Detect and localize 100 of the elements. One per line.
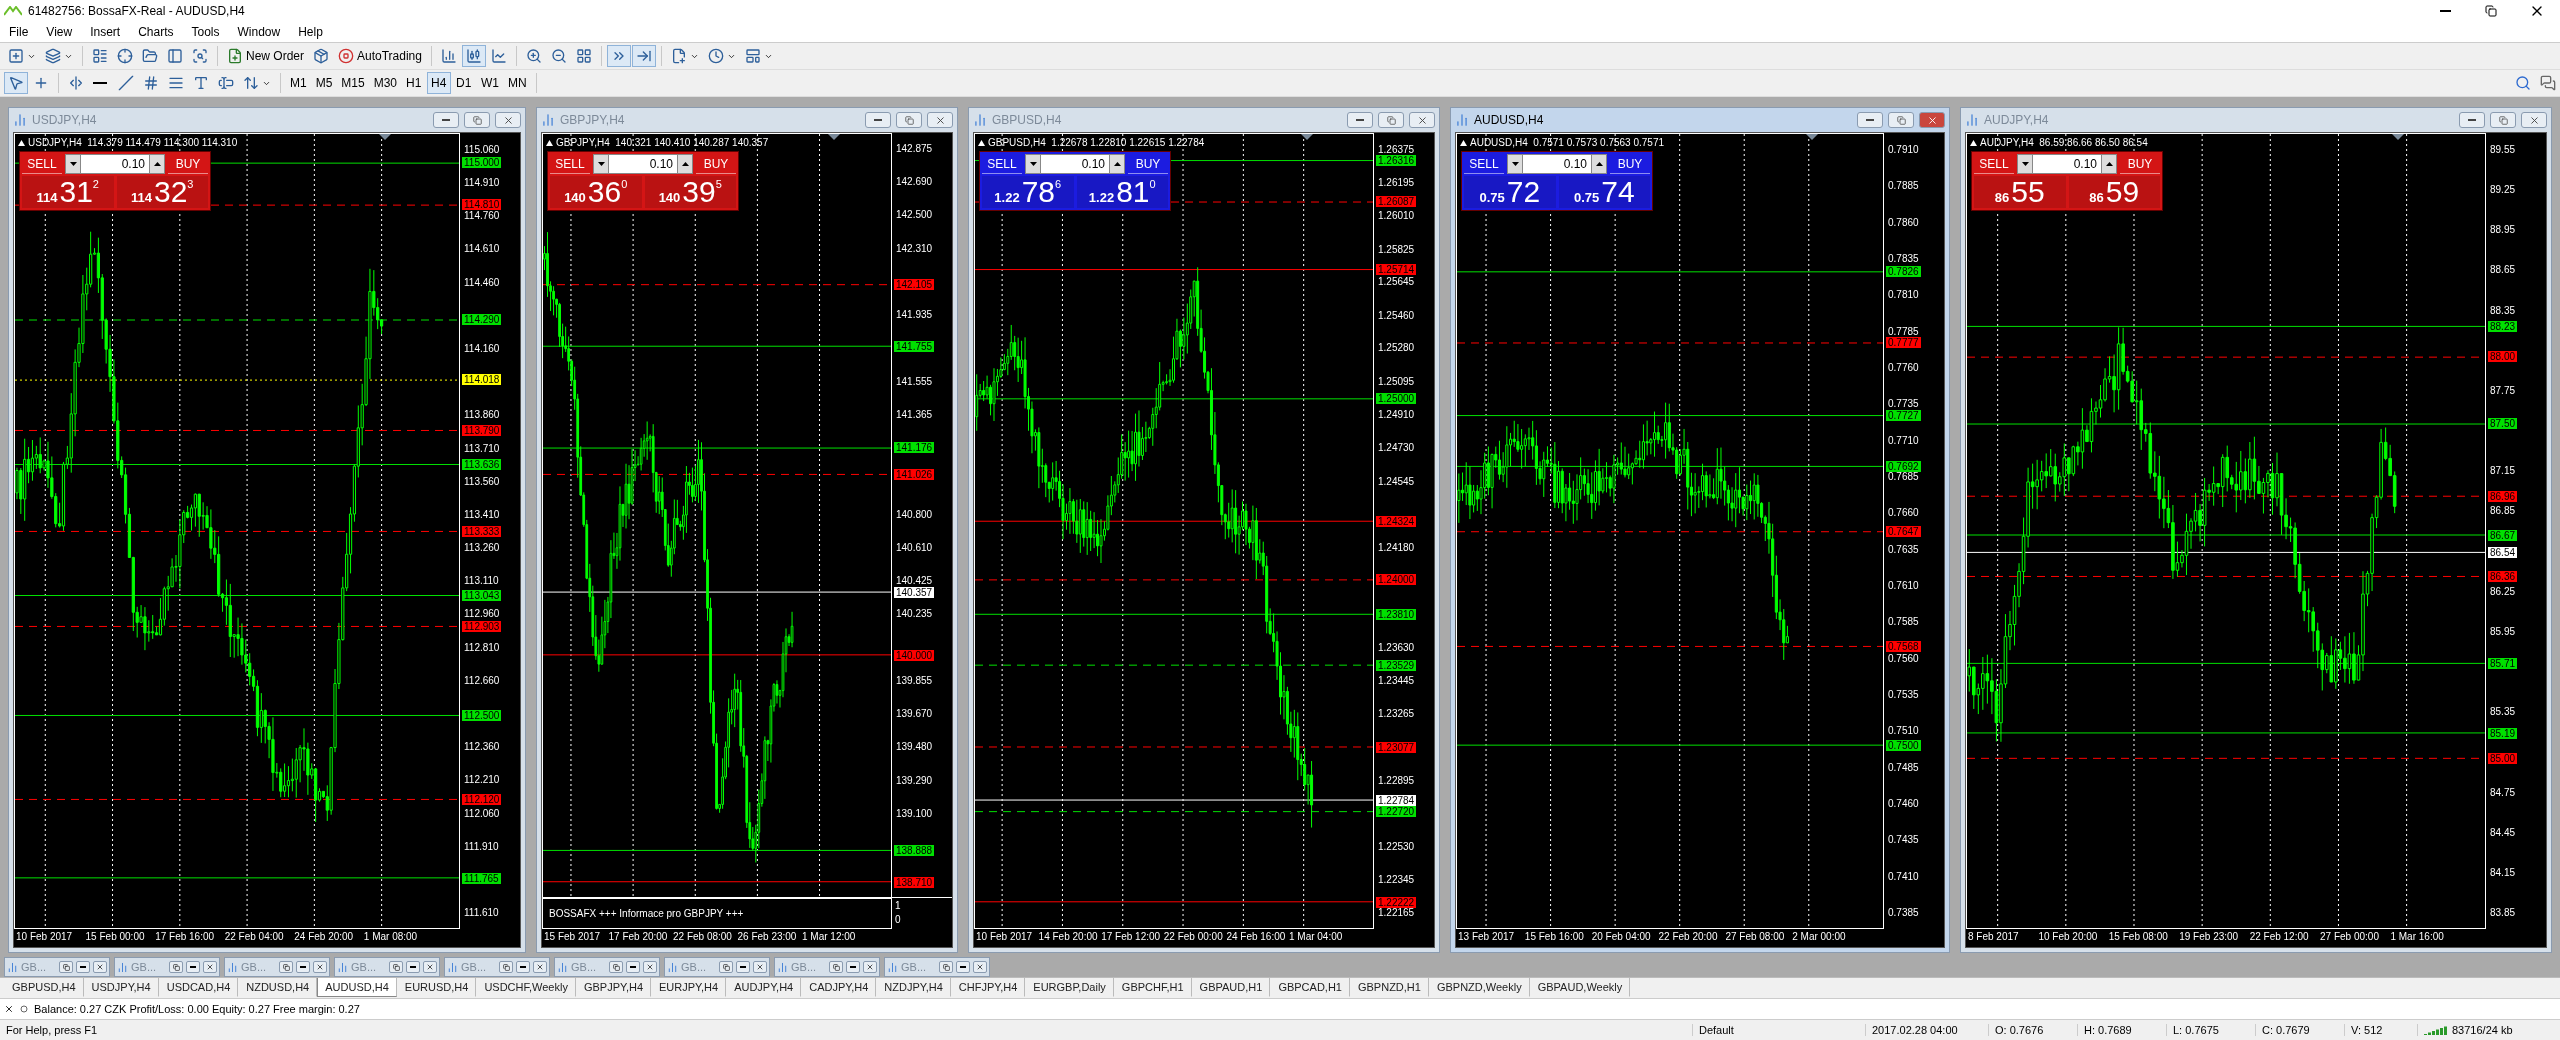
chart-tab[interactable]: GBPCHF,H1	[1113, 978, 1192, 997]
sell-button[interactable]: SELL	[1464, 154, 1504, 174]
chart-tab[interactable]: GBPAUD,H1	[1191, 978, 1271, 997]
price-tick: 114.910	[464, 177, 500, 189]
price-level-label: 113.333	[462, 525, 502, 537]
timeframe-button[interactable]: MN	[504, 72, 531, 94]
price-tick: 140.610	[896, 542, 933, 554]
status-profile: Default	[1692, 1024, 1865, 1036]
lot-field[interactable]: 0.10	[1041, 154, 1109, 174]
lot-field[interactable]: 0.10	[2033, 154, 2101, 174]
buy-button[interactable]: BUY	[2120, 154, 2160, 174]
sell-price-button[interactable]: 86 55	[1974, 176, 2066, 208]
chart-tab[interactable]: EURUSD,H4	[396, 978, 477, 997]
buy-button[interactable]: BUY	[696, 154, 736, 174]
buy-price-button[interactable]: 0.75 74	[1558, 176, 1650, 208]
timeframe-button[interactable]: H1	[402, 72, 427, 94]
price-tick: 85.35	[2490, 706, 2516, 718]
price-tick: 1.23445	[1378, 675, 1415, 687]
buy-button[interactable]: BUY	[1610, 154, 1650, 174]
menu-item[interactable]: Insert	[81, 22, 130, 42]
window-title: GBPJPY,H4	[560, 113, 626, 127]
price-tick: 88.95	[2490, 224, 2516, 236]
chart-tab[interactable]: GBPAUD,Weekly	[1529, 978, 1631, 997]
status-open: O: 0.7676	[1988, 1024, 2077, 1036]
price-level-label: 1.24324	[1376, 515, 1417, 527]
buy-button[interactable]: BUY	[168, 154, 208, 174]
sell-button[interactable]: SELL	[550, 154, 590, 174]
price-tick: 1.24545	[1378, 475, 1415, 487]
menu-item[interactable]: Help	[289, 22, 332, 42]
chart-tab[interactable]: GBPUSD,H4	[4, 978, 84, 997]
buy-button[interactable]: BUY	[1128, 154, 1168, 174]
chart-tab[interactable]: USDJPY,H4	[83, 978, 159, 997]
sell-price-button[interactable]: 0.75 72	[1464, 176, 1556, 208]
price-level-label: 1.23810	[1376, 608, 1417, 620]
chart-tab[interactable]: GBPNZD,Weekly	[1428, 978, 1530, 997]
time-label: 10 Feb 2017	[15, 930, 74, 944]
lot-field[interactable]: 0.10	[81, 154, 149, 174]
price-level-label: 140.357	[894, 586, 935, 598]
price-tick: 88.35	[2490, 304, 2516, 316]
price-tick: 113.560	[464, 475, 500, 487]
timeframe-button[interactable]: M1	[286, 72, 311, 94]
chart-tab[interactable]: EURJPY,H4	[651, 978, 727, 997]
price-tick: 1.24910	[1378, 409, 1415, 421]
buy-price-button[interactable]: 86 59	[2068, 176, 2160, 208]
price-tick: 142.500	[896, 209, 933, 221]
chart-tab[interactable]: GBPJPY,H4	[575, 978, 651, 997]
timeframe-button[interactable]: M5	[311, 72, 337, 94]
chart-tab[interactable]: EURGBP,Daily	[1025, 978, 1114, 997]
chart-tab[interactable]: GBPCAD,H1	[1270, 978, 1350, 997]
timeframe-button[interactable]: D1	[452, 72, 477, 94]
menu-item[interactable]: Charts	[129, 22, 183, 42]
timeframe-button[interactable]: W1	[477, 72, 504, 94]
chart-tab[interactable]: NZDJPY,H4	[876, 978, 951, 997]
price-level-label: 0.7826	[1886, 266, 1921, 277]
chart-tab[interactable]: USDCAD,H4	[158, 978, 239, 997]
timeframe-button[interactable]: M30	[369, 72, 402, 94]
time-label: 1 Mar 12:00	[801, 930, 857, 944]
time-label: 8 Feb 2017	[1967, 930, 2020, 944]
lot-field[interactable]: 0.10	[609, 154, 677, 174]
lot-field[interactable]: 0.10	[1523, 154, 1591, 174]
time-label: 10 Feb 20:00	[2037, 930, 2099, 944]
price-tick: 142.310	[896, 242, 933, 254]
chart-tab[interactable]: AUDUSD,H4	[317, 978, 397, 997]
status-high: H: 0.7689	[2077, 1024, 2166, 1036]
new-order-button[interactable]: New Order	[223, 45, 308, 67]
price-tick: 0.7410	[1888, 870, 1919, 882]
sell-button[interactable]: SELL	[1974, 154, 2014, 174]
price-tick: 1.26195	[1378, 176, 1415, 188]
chart-tab[interactable]: CHFJPY,H4	[950, 978, 1026, 997]
price-tick: 141.365	[896, 409, 933, 421]
price-tick: 142.875	[896, 143, 933, 155]
chart-tab[interactable]: CADJPY,H4	[801, 978, 877, 997]
price-tick: 89.25	[2490, 184, 2516, 196]
time-label: 17 Feb 20:00	[607, 930, 669, 944]
price-tick: 139.480	[896, 741, 933, 753]
timeframe-button[interactable]: H4	[427, 72, 452, 94]
price-tick: 0.7435	[1888, 834, 1919, 846]
chart-tab[interactable]: AUDJPY,H4	[726, 978, 802, 997]
price-tick: 1.23630	[1378, 641, 1415, 653]
sell-button[interactable]: SELL	[982, 154, 1022, 174]
sell-button[interactable]: SELL	[22, 154, 62, 174]
menu-item[interactable]: Window	[228, 22, 290, 42]
chart-tab[interactable]: USDCHF,Weekly	[476, 978, 576, 997]
chart-header: AUDJPY,H4 86.59 86.66 86.50 86.54	[1980, 137, 2148, 148]
menu-item[interactable]: File	[0, 22, 38, 42]
price-tick: 0.7835	[1888, 252, 1919, 264]
chart-tab[interactable]: GBPNZD,H1	[1349, 978, 1429, 997]
price-tick: 0.7510	[1888, 725, 1919, 737]
price-tick: 139.290	[896, 774, 933, 786]
autotrading-button[interactable]: AutoTrading	[334, 45, 426, 67]
menu-item[interactable]: View	[37, 22, 82, 42]
price-tick: 114.460	[464, 276, 500, 288]
price-level-label: 87.50	[2488, 418, 2518, 430]
menu-item[interactable]: Tools	[182, 22, 229, 42]
price-tick: 114.610	[464, 243, 500, 255]
account-summary: Balance: 0.27 CZK Profit/Loss: 0.00 Equity: 0.27 Free margin: 0.27	[34, 1003, 360, 1015]
price-tick: 86.85	[2490, 505, 2516, 517]
timeframe-button[interactable]: M15	[337, 72, 369, 94]
price-level-label: 0.7500	[1886, 739, 1921, 751]
price-level-label: 112.120	[462, 794, 502, 806]
